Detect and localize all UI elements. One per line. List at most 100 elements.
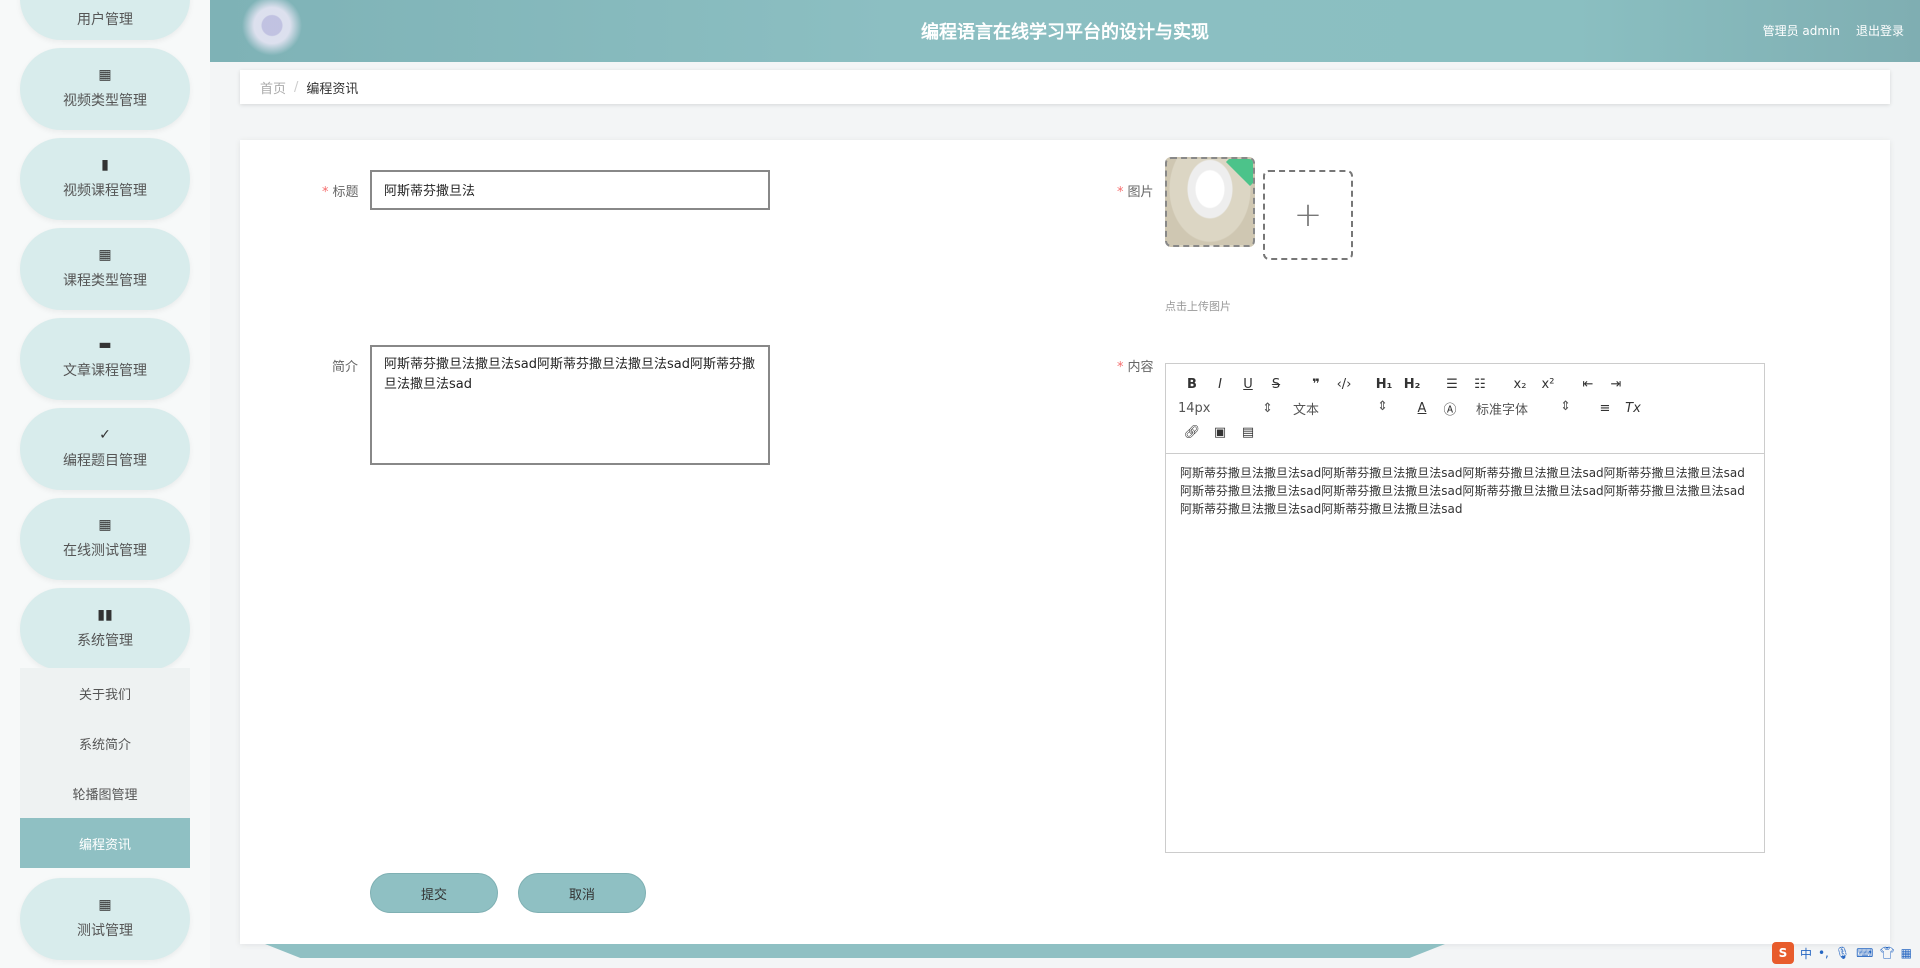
grid-icon: ▦ <box>98 247 112 263</box>
sidebar-item-video-course[interactable]: ▮ 视频课程管理 <box>20 138 190 220</box>
heading2-icon[interactable]: H₂ <box>1398 377 1426 392</box>
success-badge <box>1225 159 1253 187</box>
plus-icon: + <box>1293 195 1323 235</box>
background-color-icon[interactable]: Ⓐ <box>1436 399 1464 418</box>
sidebar-item-label: 用户管理 <box>77 12 133 28</box>
subscript-icon[interactable]: x₂ <box>1506 377 1534 392</box>
select-arrow-icon: ⇕ <box>1377 398 1388 414</box>
breadcrumb-current: 编程资讯 <box>306 81 359 97</box>
align-icon[interactable]: ≡ <box>1591 401 1619 416</box>
ordered-list-icon[interactable]: ☰ <box>1438 377 1466 392</box>
book-icon: ▮ <box>101 157 109 173</box>
video-icon[interactable]: ▤ <box>1234 425 1262 440</box>
heading1-icon[interactable]: H₁ <box>1370 377 1398 392</box>
link-icon[interactable]: 🔗︎ <box>1178 425 1206 440</box>
submenu-item-about[interactable]: 关于我们 <box>20 668 190 718</box>
sidebar-item-programming-question[interactable]: ✓ 编程题目管理 <box>20 408 190 490</box>
grid-icon: ▦ <box>98 67 112 83</box>
sidebar-item-system[interactable]: ▮▮ 系统管理 <box>20 588 190 670</box>
required-mark: * <box>1117 360 1124 375</box>
uploaded-image-thumbnail[interactable] <box>1165 157 1255 247</box>
breadcrumb-separator: / <box>294 79 299 95</box>
sogou-logo[interactable]: S <box>1771 942 1794 964</box>
bar-chart-icon: ▮▮ <box>97 607 113 623</box>
submenu-item-carousel[interactable]: 轮播图管理 <box>20 768 190 818</box>
italic-icon[interactable]: I <box>1206 377 1234 392</box>
title-label-text: 标题 <box>332 185 359 200</box>
intro-label: 简介 <box>332 360 359 375</box>
skin-icon[interactable]: 👕︎ <box>1879 946 1894 960</box>
breadcrumb-home[interactable]: 首页 <box>260 78 286 97</box>
editor-toolbar: B I U S ❞ ‹/› H₁ H₂ ☰ ☷ x₂ x² ⇤ ⇥ 14px ⇕ … <box>1166 364 1764 454</box>
sidebar-item-label: 系统管理 <box>77 633 133 649</box>
grid-icon: ▦ <box>98 897 112 913</box>
content-label: * 内容 <box>1117 356 1154 375</box>
sidebar-item-online-test[interactable]: ▦ 在线测试管理 <box>20 498 190 580</box>
superscript-icon[interactable]: x² <box>1534 377 1562 392</box>
cancel-button[interactable]: 取消 <box>518 873 646 913</box>
sidebar-item-label: 编程题目管理 <box>63 453 147 469</box>
editor-content[interactable]: 阿斯蒂芬撒旦法撒旦法sad阿斯蒂芬撒旦法撒旦法sad阿斯蒂芬撒旦法撒旦法sad阿… <box>1166 454 1764 528</box>
rich-text-editor: B I U S ❞ ‹/› H₁ H₂ ☰ ☷ x₂ x² ⇤ ⇥ 14px ⇕ … <box>1165 363 1765 853</box>
logout-link[interactable]: 退出登录 <box>1856 22 1904 39</box>
quote-icon[interactable]: ❞ <box>1302 377 1330 392</box>
title-label: * 标题 <box>322 181 359 200</box>
sidebar-item-label: 在线测试管理 <box>63 543 147 559</box>
sidebar: 用户管理 ▦ 视频类型管理 ▮ 视频课程管理 ▦ 课程类型管理 ▬ 文章课程管理… <box>0 0 210 968</box>
sidebar-item-label: 测试管理 <box>77 923 133 939</box>
grid-icon: ▦ <box>98 517 112 533</box>
clipboard-icon: ✓ <box>99 427 111 443</box>
sidebar-item-user[interactable]: 用户管理 <box>20 0 190 40</box>
header-select[interactable]: 文本 ⇕ <box>1293 399 1388 418</box>
punctuation-icon[interactable]: •, <box>1818 946 1829 960</box>
current-user: 管理员 admin <box>1762 24 1840 38</box>
required-mark: * <box>1117 185 1124 200</box>
bullet-list-icon[interactable]: ☷ <box>1466 377 1494 392</box>
breadcrumb: 首页 / 编程资讯 <box>240 70 1890 104</box>
strikethrough-icon[interactable]: S <box>1262 377 1290 392</box>
font-family-value: 标准字体 <box>1476 402 1529 418</box>
sidebar-item-label: 视频类型管理 <box>63 93 147 109</box>
title-input[interactable]: 阿斯蒂芬撒旦法 <box>370 170 770 210</box>
submenu-item-news[interactable]: 编程资讯 <box>20 818 190 868</box>
font-color-icon[interactable]: A <box>1408 401 1436 416</box>
sidebar-item-label: 视频课程管理 <box>63 183 147 199</box>
page-title: 编程语言在线学习平台的设计与实现 <box>921 22 1209 43</box>
required-mark: * <box>322 185 329 200</box>
font-size-select[interactable]: 14px ⇕ <box>1178 401 1273 416</box>
card-decoration <box>265 944 1445 958</box>
image-icon[interactable]: ▣ <box>1206 425 1234 440</box>
briefcase-icon: ▬ <box>98 337 112 353</box>
microphone-icon[interactable]: 🎙︎ <box>1835 946 1850 960</box>
intro-textarea[interactable]: 阿斯蒂芬撒旦法撒旦法sad阿斯蒂芬撒旦法撒旦法sad阿斯蒂芬撒旦法撒旦法sad <box>370 345 770 465</box>
ime-language[interactable]: 中 <box>1800 945 1812 962</box>
font-family-select[interactable]: 标准字体 ⇕ <box>1476 399 1571 418</box>
grid-menu-icon[interactable]: ▦ <box>1901 946 1912 960</box>
clear-format-icon[interactable]: Tx <box>1619 401 1647 416</box>
select-arrow-icon: ⇕ <box>1560 398 1571 414</box>
indent-icon[interactable]: ⇥ <box>1602 377 1630 392</box>
top-header: 编程语言在线学习平台的设计与实现 管理员 admin 退出登录 <box>210 0 1920 64</box>
keyboard-icon[interactable]: ⌨ <box>1856 946 1873 960</box>
select-arrow-icon: ⇕ <box>1262 400 1273 416</box>
outdent-icon[interactable]: ⇤ <box>1574 377 1602 392</box>
upload-tip: 点击上传图片 <box>1165 300 1231 313</box>
sidebar-item-test[interactable]: ▦ 测试管理 <box>20 878 190 960</box>
system-submenu: 关于我们 系统简介 轮播图管理 编程资讯 <box>20 668 190 868</box>
sidebar-item-label: 文章课程管理 <box>63 363 147 379</box>
submit-button[interactable]: 提交 <box>370 873 498 913</box>
image-label: * 图片 <box>1117 181 1154 200</box>
header-select-value: 文本 <box>1293 402 1320 418</box>
code-icon[interactable]: ‹/› <box>1330 377 1358 392</box>
sidebar-item-label: 课程类型管理 <box>63 273 147 289</box>
bold-icon[interactable]: B <box>1178 377 1206 392</box>
ime-toolbar: S 中 •, 🎙︎ ⌨ 👕︎ ▦ <box>1771 942 1912 964</box>
underline-icon[interactable]: U <box>1234 377 1262 392</box>
sidebar-item-course-type[interactable]: ▦ 课程类型管理 <box>20 228 190 310</box>
sidebar-item-article-course[interactable]: ▬ 文章课程管理 <box>20 318 190 400</box>
font-size-value: 14px <box>1178 400 1211 416</box>
content-label-text: 内容 <box>1127 360 1154 375</box>
sidebar-item-video-type[interactable]: ▦ 视频类型管理 <box>20 48 190 130</box>
upload-button[interactable]: + <box>1263 170 1353 260</box>
submenu-item-intro[interactable]: 系统简介 <box>20 718 190 768</box>
